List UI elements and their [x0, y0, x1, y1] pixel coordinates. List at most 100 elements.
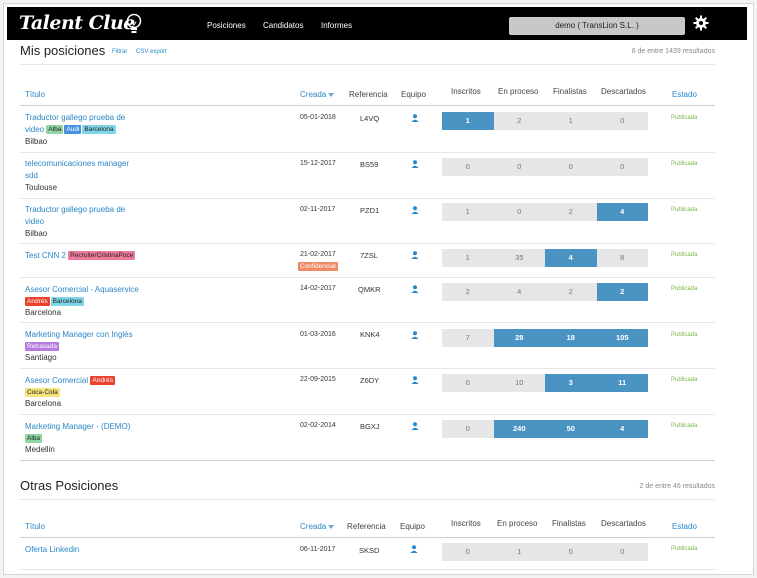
row-divider	[20, 198, 715, 199]
descartados-cell[interactable]: 0	[596, 112, 648, 130]
status-badge: Publicada	[671, 161, 698, 167]
position-title[interactable]: Asesor Comercial Andrés	[25, 375, 116, 386]
tag: Audi	[64, 125, 82, 135]
pipeline-bar: 1 0 2 4	[442, 203, 648, 221]
col-equipo: Equipo	[401, 90, 426, 99]
col-estado[interactable]: Estado	[672, 90, 697, 99]
inscritos-cell[interactable]: 2	[442, 283, 494, 301]
inscritos-cell[interactable]: 0	[442, 158, 494, 176]
status-badge: Publicada	[671, 423, 698, 429]
inscritos-cell[interactable]: 7	[442, 329, 494, 347]
header-divider	[20, 537, 715, 538]
person-icon[interactable]	[411, 160, 419, 168]
results-count: 8 de entre 1439 resultados	[631, 48, 715, 55]
finalistas-cell[interactable]: 50	[545, 420, 597, 438]
position-title-cont[interactable]: sdd	[25, 170, 38, 181]
csv-export-link[interactable]: CSV export	[136, 49, 167, 55]
pipeline-bar: 7 28 18 105	[442, 329, 648, 347]
pipeline-bar: 1 35 4 8	[442, 249, 648, 267]
finalistas-cell[interactable]: 4	[545, 249, 597, 267]
position-title[interactable]: Asesor Comercial - Aquaservice	[25, 284, 139, 295]
person-icon[interactable]	[411, 331, 419, 339]
position-title[interactable]: telecomunicaciones manager	[25, 158, 129, 169]
inscritos-cell[interactable]: 0	[442, 420, 494, 438]
position-title[interactable]: Traductor gallego prueba de	[25, 204, 125, 215]
descartados-cell[interactable]: 105	[596, 329, 648, 347]
inscritos-cell[interactable]: 1	[442, 112, 494, 130]
finalistas-cell[interactable]: 2	[545, 203, 597, 221]
proceso-cell[interactable]: 240	[493, 420, 545, 438]
reference: KNK4	[360, 330, 380, 339]
row-divider	[20, 152, 715, 153]
position-title[interactable]: Test CNN 2 RecruiterCristinaPoce	[25, 250, 136, 261]
col-titulo[interactable]: Título	[25, 90, 45, 99]
status-badge: Publicada	[671, 252, 698, 258]
position-title[interactable]: Traductor gallego prueba de	[25, 112, 125, 123]
nav-posiciones[interactable]: Posiciones	[207, 21, 246, 30]
inscritos-cell[interactable]: 1	[442, 203, 494, 221]
city: Bilbao	[25, 137, 48, 146]
proceso-cell[interactable]: 35	[493, 249, 545, 267]
created-date: 02-02-2014	[300, 422, 336, 429]
nav-informes[interactable]: Informes	[321, 21, 352, 30]
descartados-cell[interactable]: 0	[596, 543, 648, 561]
brand-logo[interactable]: Talent Clue	[19, 12, 135, 34]
tag: Barcelona	[82, 125, 116, 135]
position-title[interactable]: Oferta Linkedin	[25, 544, 79, 555]
descartados-cell[interactable]: 2	[596, 283, 648, 301]
col-creada[interactable]: Creada	[300, 522, 335, 531]
col-creada[interactable]: Creada	[300, 90, 335, 99]
finalistas-cell[interactable]: 0	[545, 158, 597, 176]
person-icon[interactable]	[411, 114, 419, 122]
finalistas-cell[interactable]: 1	[545, 112, 597, 130]
position-title[interactable]: Marketing Manager con Inglés	[25, 329, 133, 340]
finalistas-cell[interactable]: 18	[545, 329, 597, 347]
inscritos-cell[interactable]: 1	[442, 249, 494, 267]
finalistas-cell[interactable]: 0	[545, 543, 597, 561]
proceso-cell[interactable]: 0	[493, 203, 545, 221]
proceso-cell[interactable]: 2	[493, 112, 545, 130]
descartados-cell[interactable]: 4	[596, 420, 648, 438]
reference: BGXJ	[360, 422, 380, 431]
person-icon[interactable]	[411, 206, 419, 214]
position-title-cont[interactable]: video	[25, 216, 44, 227]
tags-line: Alba	[25, 433, 43, 444]
person-icon[interactable]	[411, 285, 419, 293]
proceso-cell[interactable]: 28	[493, 329, 545, 347]
inscritos-cell[interactable]: 0	[442, 374, 494, 392]
descartados-cell[interactable]: 4	[596, 203, 648, 221]
person-icon[interactable]	[411, 251, 419, 259]
gear-icon[interactable]	[693, 15, 709, 31]
divider	[20, 499, 715, 500]
position-title[interactable]: Marketing Manager - (DEMO)	[25, 421, 130, 432]
proceso-cell[interactable]: 1	[493, 543, 545, 561]
descartados-cell[interactable]: 8	[596, 249, 648, 267]
finalistas-cell[interactable]: 2	[545, 283, 597, 301]
filter-link[interactable]: Filtrar	[112, 49, 127, 55]
table-end-divider	[20, 460, 715, 461]
col-titulo[interactable]: Título	[25, 522, 45, 531]
proceso-cell[interactable]: 10	[493, 374, 545, 392]
city: Barcelona	[25, 399, 62, 408]
position-title-cont[interactable]: video Alba Audi Barcelona	[25, 124, 117, 135]
nav-candidatos[interactable]: Candidatos	[263, 21, 303, 30]
descartados-cell[interactable]: 11	[596, 374, 648, 392]
finalistas-cell[interactable]: 3	[545, 374, 597, 392]
created-date: 06-11-2017	[300, 546, 336, 553]
descartados-cell[interactable]: 0	[596, 158, 648, 176]
sort-down-icon	[328, 92, 335, 97]
col-descartados: Descartados	[601, 519, 646, 528]
col-finalistas: Finalistas	[552, 519, 586, 528]
person-icon[interactable]	[411, 376, 419, 384]
person-icon[interactable]	[411, 422, 419, 430]
user-account-button[interactable]: demo ( TransLion S.L. )	[509, 17, 685, 35]
col-estado[interactable]: Estado	[672, 522, 697, 531]
inscritos-cell[interactable]: 0	[442, 543, 494, 561]
proceso-cell[interactable]: 0	[493, 158, 545, 176]
person-icon[interactable]	[410, 545, 418, 553]
pipeline-bar: 0 0 0 0	[442, 158, 648, 176]
row-divider	[20, 322, 715, 323]
proceso-cell[interactable]: 4	[493, 283, 545, 301]
col-inscritos: Inscritos	[451, 87, 481, 96]
tags-line: Retrasada	[25, 341, 60, 352]
